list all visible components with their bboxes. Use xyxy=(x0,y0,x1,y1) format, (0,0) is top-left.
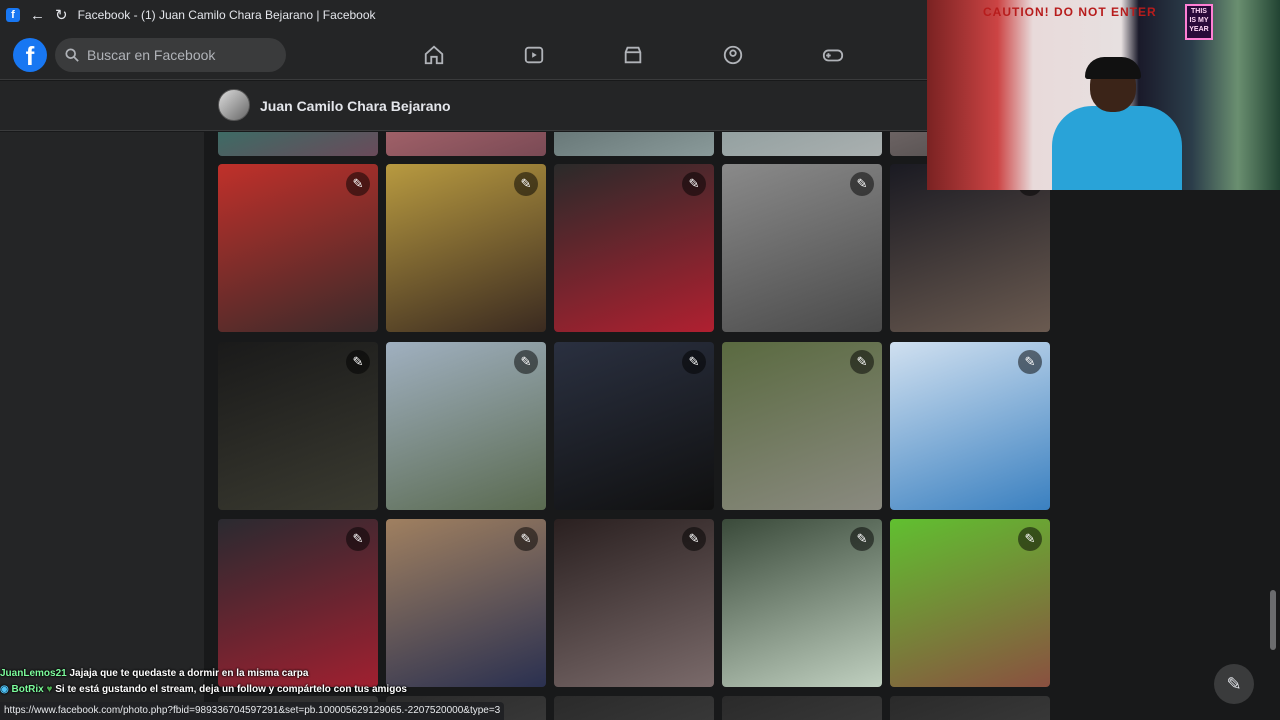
top-navigation-bar: f xyxy=(0,30,930,80)
edit-pencil-icon[interactable]: ✎ xyxy=(1018,527,1042,551)
chat-username: JuanLemos21 xyxy=(0,668,67,679)
profile-header-bar: Juan Camilo Chara Bejarano xyxy=(0,81,930,131)
photo-thumbnail[interactable] xyxy=(890,696,1050,720)
heart-icon: ♥ xyxy=(46,684,53,695)
reload-icon[interactable]: ↻ xyxy=(55,6,68,24)
chat-message: JuanLemos21 Jajaja que te quedaste a dor… xyxy=(0,668,560,679)
search-icon xyxy=(65,48,79,62)
caution-sign: CAUTION! DO NOT ENTER xyxy=(983,5,1157,19)
photo-thumbnail[interactable]: ✎ xyxy=(218,342,378,510)
photo-thumbnail[interactable]: ✎ xyxy=(386,519,546,687)
search-input[interactable] xyxy=(87,47,277,63)
photo-thumbnail[interactable]: ✎ xyxy=(722,519,882,687)
photo-thumbnail[interactable]: ✎ xyxy=(554,164,714,332)
stream-chat-overlay: JuanLemos21 Jajaja que te quedaste a dor… xyxy=(0,668,560,695)
edit-pencil-icon[interactable]: ✎ xyxy=(850,527,874,551)
bot-badge-icon: ◉ xyxy=(0,684,9,695)
photo-thumbnail[interactable] xyxy=(722,696,882,720)
home-icon[interactable] xyxy=(423,44,445,66)
photo-thumbnail[interactable] xyxy=(722,132,882,156)
photo-thumbnail[interactable]: ✎ xyxy=(386,342,546,510)
edit-pencil-icon[interactable]: ✎ xyxy=(682,350,706,374)
right-side-panel xyxy=(1063,190,1280,720)
photo-thumbnail[interactable]: ✎ xyxy=(890,519,1050,687)
photo-thumbnail[interactable] xyxy=(554,132,714,156)
photo-thumbnail[interactable]: ✎ xyxy=(722,342,882,510)
streamer-cap xyxy=(1085,57,1141,79)
gaming-icon[interactable] xyxy=(822,44,844,66)
edit-pencil-icon[interactable]: ✎ xyxy=(514,527,538,551)
new-message-button[interactable]: ✎ xyxy=(1214,664,1254,704)
search-box[interactable] xyxy=(55,38,286,72)
chat-message: ◉ BotRix ♥ Si te está gustando el stream… xyxy=(0,684,560,695)
profile-name[interactable]: Juan Camilo Chara Bejarano xyxy=(260,98,451,114)
chat-text: Si te está gustando el stream, deja un f… xyxy=(55,684,407,695)
edit-pencil-icon[interactable]: ✎ xyxy=(850,350,874,374)
edit-pencil-icon[interactable]: ✎ xyxy=(514,350,538,374)
tab-title: Facebook - (1) Juan Camilo Chara Bejaran… xyxy=(77,8,376,22)
edit-pencil-icon[interactable]: ✎ xyxy=(346,350,370,374)
chat-text: Jajaja que te quedaste a dormir en la mi… xyxy=(69,668,309,679)
watch-icon[interactable] xyxy=(523,44,545,66)
photo-thumbnail[interactable]: ✎ xyxy=(218,519,378,687)
photo-thumbnail[interactable]: ✎ xyxy=(218,164,378,332)
photo-thumbnail[interactable]: ✎ xyxy=(554,342,714,510)
edit-pencil-icon[interactable]: ✎ xyxy=(682,172,706,196)
scrollbar[interactable] xyxy=(1270,590,1276,650)
photo-thumbnail[interactable]: ✎ xyxy=(890,342,1050,510)
streamer-shirt xyxy=(1052,106,1182,190)
avatar[interactable] xyxy=(218,89,250,121)
photo-thumbnail[interactable] xyxy=(218,132,378,156)
edit-pencil-icon[interactable]: ✎ xyxy=(1018,350,1042,374)
edit-pencil-icon[interactable]: ✎ xyxy=(346,172,370,196)
browser-title-bar: f ← ↻ Facebook - (1) Juan Camilo Chara B… xyxy=(0,0,930,30)
photo-thumbnail[interactable]: ✎ xyxy=(386,164,546,332)
edit-pencil-icon[interactable]: ✎ xyxy=(346,527,370,551)
facebook-logo-letter: f xyxy=(25,41,35,71)
chat-username: BotRix xyxy=(11,684,44,695)
edit-pencil-icon[interactable]: ✎ xyxy=(514,172,538,196)
compose-icon: ✎ xyxy=(1226,673,1242,694)
streamer-webcam-overlay: CAUTION! DO NOT ENTER THIS IS MY YEAR xyxy=(927,0,1280,190)
left-side-panel xyxy=(0,132,204,720)
groups-icon[interactable] xyxy=(722,44,744,66)
streamer-figure xyxy=(1052,57,1182,190)
edit-pencil-icon[interactable]: ✎ xyxy=(850,172,874,196)
photo-thumbnail[interactable]: ✎ xyxy=(554,519,714,687)
photo-grid: ✎✎✎✎✎✎✎✎✎✎✎✎✎✎✎ xyxy=(204,132,1063,720)
back-arrow-icon[interactable]: ← xyxy=(30,7,45,24)
facebook-favicon-icon: f xyxy=(6,8,20,22)
photo-thumbnail[interactable]: ✎ xyxy=(722,164,882,332)
photo-thumbnail[interactable] xyxy=(386,132,546,156)
neon-sign: THIS IS MY YEAR xyxy=(1185,4,1213,40)
facebook-logo[interactable]: f xyxy=(13,38,47,72)
marketplace-icon[interactable] xyxy=(622,44,644,66)
photo-thumbnail[interactable] xyxy=(554,696,714,720)
status-bar-url: https://www.facebook.com/photo.php?fbid=… xyxy=(0,702,505,720)
edit-pencil-icon[interactable]: ✎ xyxy=(682,527,706,551)
